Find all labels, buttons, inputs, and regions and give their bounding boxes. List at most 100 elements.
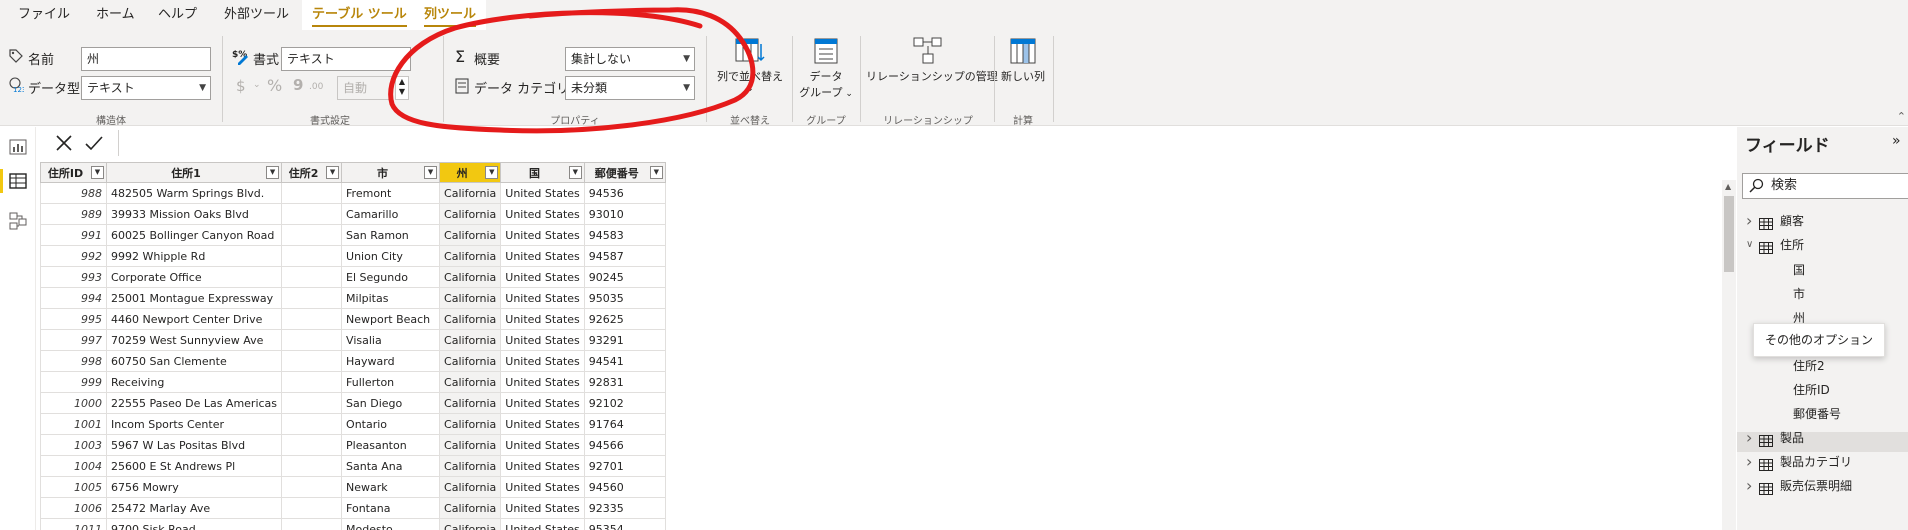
table-cell[interactable]: United States: [500, 476, 585, 498]
chevron-right-icon[interactable]: ›: [1746, 451, 1756, 473]
table-cell[interactable]: 94587: [583, 245, 666, 267]
table-cell[interactable]: California: [439, 350, 502, 372]
collapse-ribbon-icon[interactable]: ⌃: [1897, 110, 1906, 123]
table-cell[interactable]: 22555 Paseo De Las Americas: [105, 392, 283, 414]
table-cell[interactable]: California: [439, 287, 502, 309]
chevron-down-icon[interactable]: ∨: [1746, 234, 1756, 256]
chevron-right-icon[interactable]: ›: [1746, 427, 1756, 449]
table-cell[interactable]: [281, 371, 343, 393]
new-column-button[interactable]: 新しい列: [998, 36, 1048, 84]
table-cell[interactable]: California: [439, 392, 502, 414]
model-view-icon[interactable]: [8, 211, 28, 231]
table-cell[interactable]: Fontana: [341, 497, 441, 519]
field-column-item[interactable]: 国: [1793, 259, 1805, 281]
field-table-item[interactable]: › 販売伝票明細: [1742, 475, 1902, 497]
table-cell[interactable]: 5967 W Las Positas Blvd: [105, 434, 283, 456]
table-cell[interactable]: 1005: [40, 476, 107, 498]
scroll-up-icon[interactable]: ▲: [1725, 182, 1731, 191]
table-cell[interactable]: California: [439, 329, 502, 351]
table-cell[interactable]: Milpitas: [341, 287, 441, 309]
table-cell[interactable]: California: [439, 182, 502, 204]
vertical-scrollbar[interactable]: ▲: [1722, 180, 1736, 530]
table-cell[interactable]: United States: [500, 350, 585, 372]
column-header[interactable]: 住所ID ▼: [40, 162, 107, 183]
column-header[interactable]: 州 ▼: [439, 162, 502, 183]
filter-dropdown-icon[interactable]: ▼: [485, 166, 499, 179]
table-cell[interactable]: 92701: [583, 455, 666, 477]
field-column-item[interactable]: 住所ID: [1793, 379, 1830, 401]
table-cell[interactable]: United States: [500, 182, 585, 204]
table-cell[interactable]: 989: [40, 203, 107, 225]
table-cell[interactable]: 92335: [583, 497, 666, 519]
table-cell[interactable]: Camarillo: [341, 203, 441, 225]
table-cell[interactable]: California: [439, 266, 502, 288]
table-cell[interactable]: 6756 Mowry: [105, 476, 283, 498]
table-cell[interactable]: United States: [500, 224, 585, 246]
table-cell[interactable]: San Diego: [341, 392, 441, 414]
table-cell[interactable]: 991: [40, 224, 107, 246]
field-column-item[interactable]: 住所2: [1793, 355, 1825, 377]
table-cell[interactable]: California: [439, 224, 502, 246]
table-cell[interactable]: 91764: [583, 413, 666, 435]
table-cell[interactable]: 997: [40, 329, 107, 351]
table-cell[interactable]: United States: [500, 308, 585, 330]
table-cell[interactable]: [281, 224, 343, 246]
table-cell[interactable]: 4460 Newport Center Drive: [105, 308, 283, 330]
filter-dropdown-icon[interactable]: ▼: [266, 166, 280, 179]
table-cell[interactable]: Hayward: [341, 350, 441, 372]
table-cell[interactable]: Receiving: [105, 371, 283, 393]
table-cell[interactable]: 482505 Warm Springs Blvd.: [105, 182, 283, 204]
commit-icon[interactable]: [82, 132, 106, 154]
table-cell[interactable]: California: [439, 434, 502, 456]
table-cell[interactable]: United States: [500, 203, 585, 225]
collapse-pane-icon[interactable]: »: [1892, 133, 1901, 149]
table-cell[interactable]: 992: [40, 245, 107, 267]
table-cell[interactable]: [281, 287, 343, 309]
table-cell[interactable]: 25001 Montague Expressway: [105, 287, 283, 309]
table-cell[interactable]: 1000: [40, 392, 107, 414]
table-cell[interactable]: 988: [40, 182, 107, 204]
data-category-select[interactable]: 未分類 ▼: [565, 76, 695, 100]
table-cell[interactable]: 995: [40, 308, 107, 330]
filter-dropdown-icon[interactable]: ▼: [91, 166, 104, 179]
table-cell[interactable]: United States: [500, 518, 585, 530]
field-column-item[interactable]: 郵便番号: [1793, 403, 1841, 425]
table-cell[interactable]: United States: [500, 455, 585, 477]
table-cell[interactable]: 1003: [40, 434, 107, 456]
table-cell[interactable]: California: [439, 518, 502, 530]
table-cell[interactable]: Fullerton: [341, 371, 441, 393]
table-cell[interactable]: [281, 203, 343, 225]
table-cell[interactable]: 9700 Sisk Road: [105, 518, 283, 530]
table-cell[interactable]: 94541: [583, 350, 666, 372]
table-cell[interactable]: United States: [500, 245, 585, 267]
table-cell[interactable]: Fremont: [341, 182, 441, 204]
table-cell[interactable]: California: [439, 476, 502, 498]
table-cell[interactable]: San Ramon: [341, 224, 441, 246]
filter-dropdown-icon[interactable]: ▼: [424, 166, 438, 179]
table-cell[interactable]: [281, 350, 343, 372]
table-cell[interactable]: United States: [500, 371, 585, 393]
table-cell[interactable]: 39933 Mission Oaks Blvd: [105, 203, 283, 225]
table-cell[interactable]: California: [439, 245, 502, 267]
table-cell[interactable]: 1004: [40, 455, 107, 477]
column-header[interactable]: 国 ▼: [500, 162, 585, 183]
table-cell[interactable]: [281, 518, 343, 530]
table-cell[interactable]: California: [439, 413, 502, 435]
currency-button[interactable]: $: [236, 77, 246, 95]
percent-button[interactable]: %: [267, 76, 282, 95]
table-cell[interactable]: [281, 245, 343, 267]
decimal-increase-icon[interactable]: .00: [309, 77, 325, 93]
table-cell[interactable]: [281, 308, 343, 330]
table-cell[interactable]: Pleasanton: [341, 434, 441, 456]
manage-relationships-button[interactable]: リレーションシップの管理: [866, 36, 998, 84]
table-cell[interactable]: 94566: [583, 434, 666, 456]
decimal-places-input[interactable]: 自動: [337, 76, 393, 100]
table-cell[interactable]: United States: [500, 392, 585, 414]
table-cell[interactable]: [281, 434, 343, 456]
decimal-stepper[interactable]: ▲ ▼: [395, 76, 409, 100]
table-cell[interactable]: 70259 West Sunnyview Ave: [105, 329, 283, 351]
filter-dropdown-icon[interactable]: ▼: [568, 166, 582, 179]
table-cell[interactable]: Santa Ana: [341, 455, 441, 477]
tab-home[interactable]: ホーム: [86, 0, 145, 30]
field-table-item[interactable]: › 顧客: [1742, 210, 1902, 232]
